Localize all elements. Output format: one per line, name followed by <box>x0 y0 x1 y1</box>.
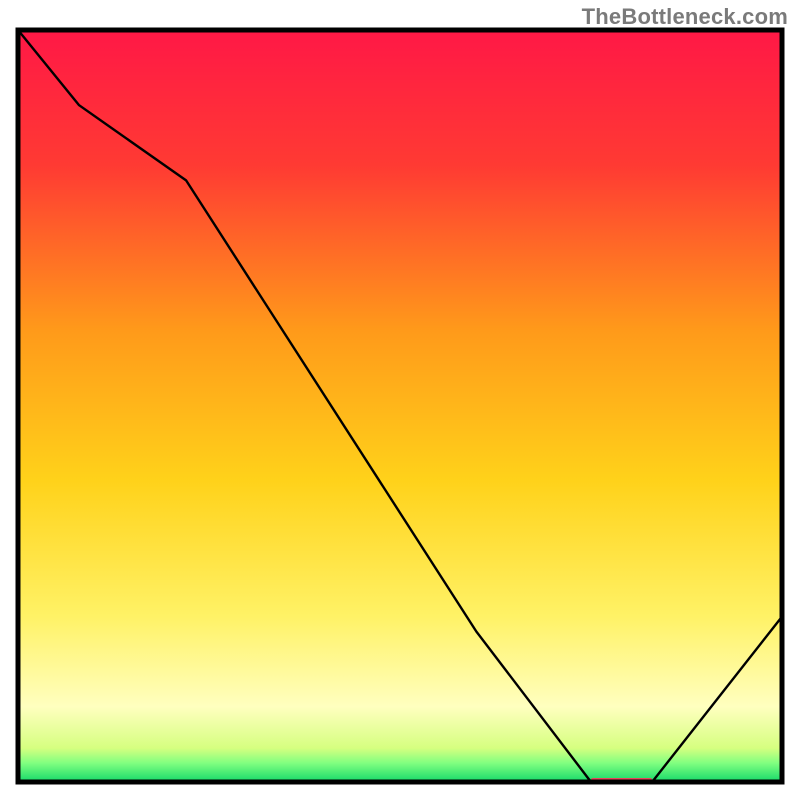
bottleneck-chart <box>0 0 800 800</box>
watermark-text: TheBottleneck.com <box>582 4 788 30</box>
